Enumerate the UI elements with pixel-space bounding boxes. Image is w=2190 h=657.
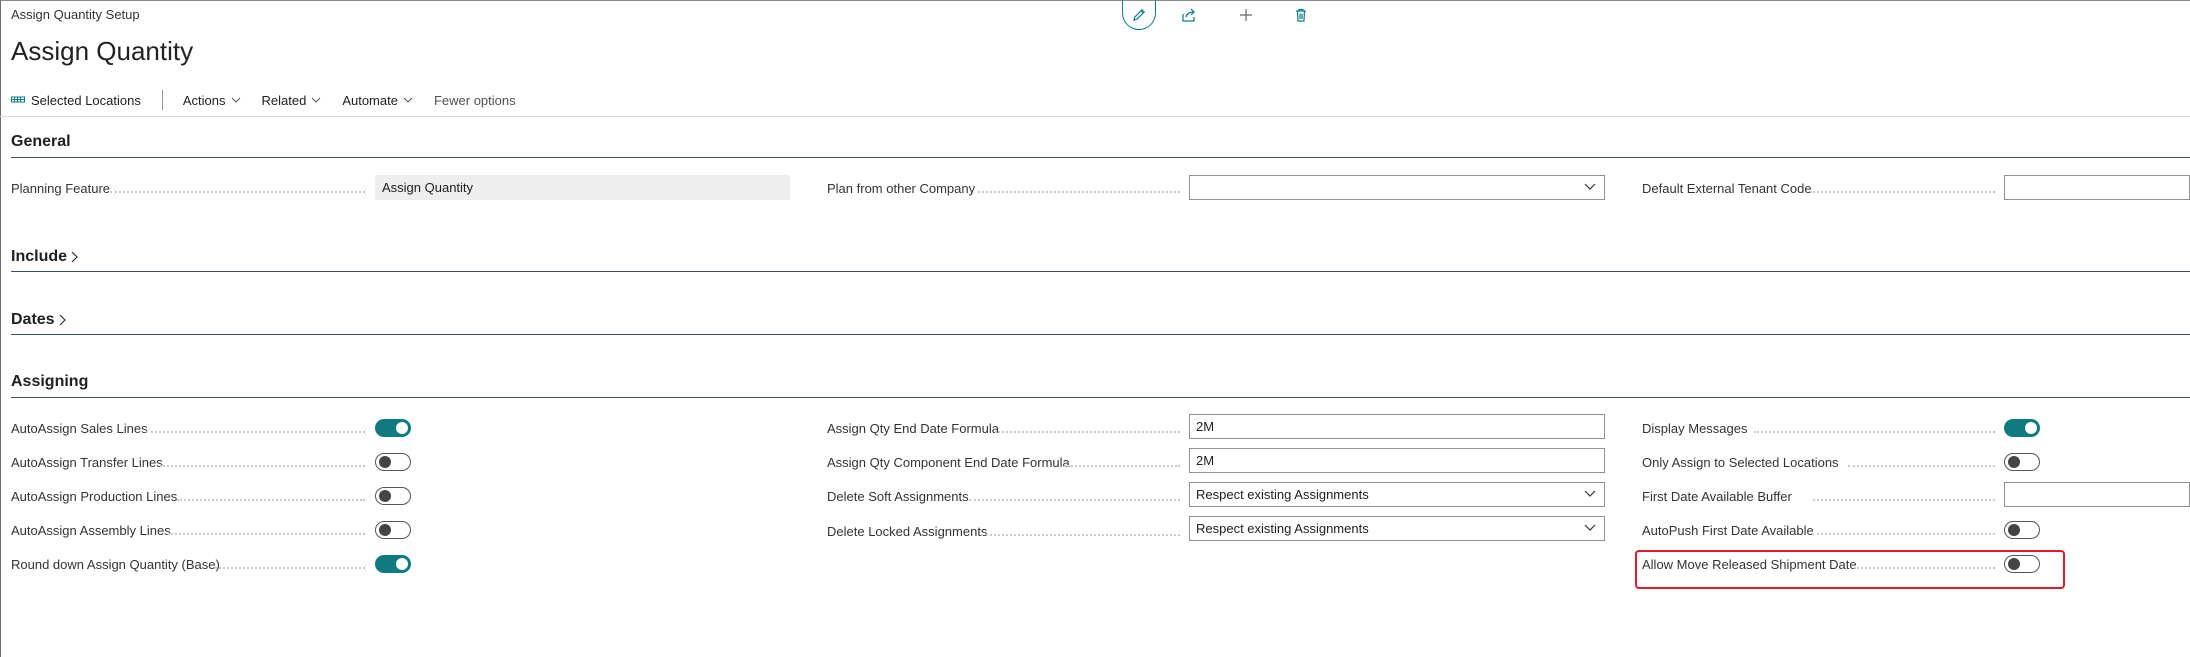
field-leader-dots — [1848, 463, 1995, 467]
action-bar-divider — [161, 90, 163, 110]
chevron-down-icon — [231, 97, 240, 103]
autoassign-production-lines-label: AutoAssign Production Lines — [11, 489, 178, 504]
actions-label: Actions — [182, 92, 226, 108]
field-leader-dots — [160, 463, 365, 467]
default-external-tenant-code-label: Default External Tenant Code — [1642, 181, 1812, 196]
section-general-header[interactable]: General — [11, 133, 71, 151]
autoassign-transfer-lines-label: AutoAssign Transfer Lines — [11, 455, 163, 470]
highlight-box — [1635, 550, 2065, 589]
section-assigning-title: Assigning — [11, 373, 89, 390]
delete-locked-assignments-label: Delete Locked Assignments — [827, 524, 988, 539]
field-leader-dots — [1064, 463, 1180, 467]
plus-icon — [1240, 9, 1252, 21]
section-divider — [11, 334, 2190, 335]
field-leader-dots — [1813, 497, 1995, 501]
chevron-right-icon — [71, 251, 78, 263]
action-bar: Selected Locations Actions Related Autom… — [11, 88, 537, 112]
field-leader-dots — [1754, 429, 1995, 433]
assign-qty-end-date-formula-field[interactable]: 2M — [1189, 414, 1605, 439]
autoassign-transfer-lines-toggle[interactable] — [375, 453, 411, 471]
default-external-tenant-code-field[interactable] — [2004, 175, 2190, 200]
section-dates-title: Dates — [11, 311, 55, 328]
section-dates-header[interactable]: Dates — [11, 311, 66, 329]
round-down-assign-quantity-label: Round down Assign Quantity (Base) — [11, 557, 220, 572]
related-label: Related — [261, 92, 307, 108]
chevron-down-icon — [311, 97, 321, 103]
planning-feature-label: Planning Feature — [11, 181, 111, 196]
section-divider — [11, 397, 2190, 398]
display-messages-label: Display Messages — [1642, 421, 1748, 436]
plan-from-other-company-label: Plan from other Company — [827, 181, 976, 196]
autoassign-production-lines-toggle[interactable] — [375, 487, 411, 505]
round-down-assign-quantity-toggle[interactable] — [375, 555, 411, 573]
field-leader-dots — [168, 531, 365, 535]
assign-qty-end-date-formula-label: Assign Qty End Date Formula — [827, 421, 999, 436]
trash-icon — [1296, 8, 1306, 22]
section-assigning-header[interactable]: Assigning — [11, 373, 88, 391]
delete-soft-assignments-value: Respect existing Assignments — [1196, 487, 1369, 502]
autopush-first-date-available-toggle[interactable] — [2004, 521, 2040, 539]
pencil-icon — [1133, 8, 1146, 21]
section-include-header[interactable]: Include — [11, 248, 78, 266]
field-leader-dots — [969, 497, 1180, 501]
field-leader-dots — [177, 497, 365, 501]
section-divider — [11, 271, 2190, 272]
first-date-available-buffer-label: First Date Available Buffer — [1642, 489, 1792, 504]
chevron-down-icon — [1584, 183, 1596, 190]
assign-qty-component-end-date-formula-label: Assign Qty Component End Date Formula — [827, 455, 1070, 470]
chevron-down-icon — [1584, 490, 1596, 497]
delete-locked-assignments-select[interactable]: Respect existing Assignments — [1189, 516, 1605, 541]
delete-soft-assignments-select[interactable]: Respect existing Assignments — [1189, 482, 1605, 507]
autoassign-sales-lines-toggle[interactable] — [375, 419, 411, 437]
selected-locations-label: Selected Locations — [31, 92, 141, 108]
section-divider — [11, 157, 2190, 158]
section-general-title: General — [11, 133, 71, 150]
first-date-available-buffer-field[interactable] — [2004, 482, 2190, 507]
planning-feature-field[interactable]: Assign Quantity — [375, 175, 790, 200]
chevron-down-icon — [1584, 524, 1596, 531]
delete-button[interactable] — [1284, 0, 1318, 30]
plan-from-other-company-select[interactable] — [1189, 175, 1605, 200]
fewer-options-label: Fewer options — [433, 92, 516, 108]
related-menu[interactable]: Related — [262, 93, 322, 108]
share-icon — [1182, 8, 1195, 22]
delete-locked-assignments-value: Respect existing Assignments — [1196, 521, 1369, 536]
grid-icon — [11, 96, 25, 103]
automate-menu[interactable]: Automate — [342, 93, 413, 108]
action-bar-separator — [0, 116, 2190, 117]
chevron-right-icon — [59, 314, 66, 326]
field-leader-dots — [1810, 189, 1995, 193]
fewer-options-button[interactable]: Fewer options — [434, 93, 516, 108]
field-leader-dots — [215, 565, 365, 569]
field-leader-dots — [110, 189, 365, 193]
field-leader-dots — [978, 189, 1180, 193]
new-button[interactable] — [1229, 0, 1263, 30]
delete-soft-assignments-label: Delete Soft Assignments — [827, 489, 969, 504]
only-assign-to-selected-locations-toggle[interactable] — [2004, 453, 2040, 471]
autoassign-sales-lines-label: AutoAssign Sales Lines — [11, 421, 148, 436]
chevron-down-icon — [403, 97, 413, 103]
autopush-first-date-available-label: AutoPush First Date Available — [1642, 523, 1814, 538]
field-leader-dots — [995, 429, 1180, 433]
section-include-title: Include — [11, 248, 68, 265]
actions-menu[interactable]: Actions — [183, 93, 241, 108]
share-button[interactable] — [1172, 0, 1206, 30]
page-title: Assign Quantity — [11, 36, 194, 66]
only-assign-to-selected-locations-label: Only Assign to Selected Locations — [1642, 455, 1839, 470]
selected-locations-button[interactable]: Selected Locations — [11, 93, 141, 108]
autoassign-assembly-lines-toggle[interactable] — [375, 521, 411, 539]
field-leader-dots — [1812, 531, 1995, 535]
field-leader-dots — [981, 532, 1180, 536]
field-leader-dots — [146, 429, 365, 433]
page-caption: Assign Quantity Setup — [11, 7, 140, 22]
automate-label: Automate — [342, 92, 398, 108]
assign-qty-component-end-date-formula-field[interactable]: 2M — [1189, 448, 1605, 473]
autoassign-assembly-lines-label: AutoAssign Assembly Lines — [11, 523, 171, 538]
display-messages-toggle[interactable] — [2004, 419, 2040, 437]
